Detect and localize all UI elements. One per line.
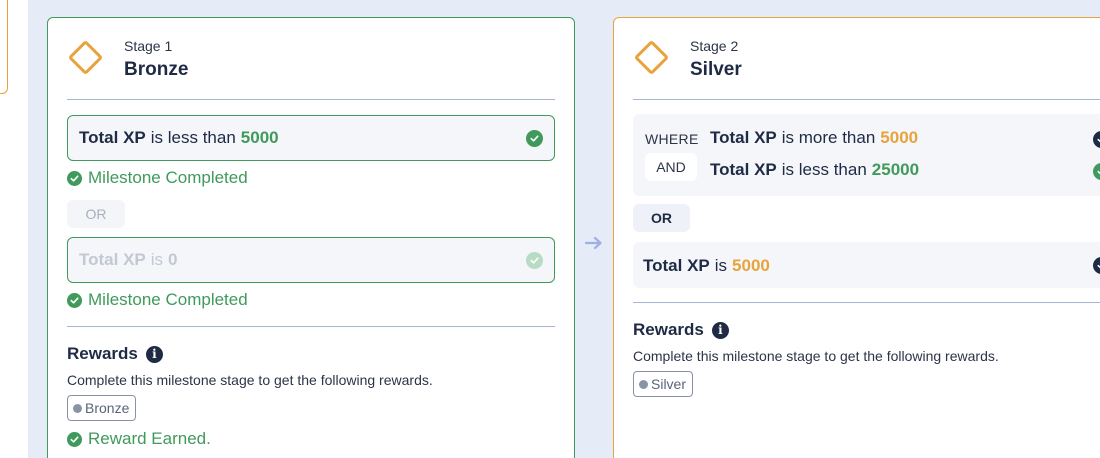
- condition-value: 25000: [871, 160, 920, 179]
- milestone-status-label: Milestone Completed: [88, 290, 248, 309]
- stage-number: Stage 2: [690, 38, 739, 54]
- check-circle-icon: [526, 130, 543, 147]
- condition-row: Total XP is more than 5000: [710, 128, 918, 148]
- divider: [67, 99, 555, 100]
- condition-operator: is: [150, 250, 164, 269]
- rewards-title: Rewards i: [67, 344, 163, 364]
- rewards-description: Complete this milestone stage to get the…: [67, 372, 433, 388]
- condition-field: Total XP: [79, 128, 146, 147]
- stage-number: Stage 1: [124, 38, 173, 54]
- condition-field: Total XP: [79, 250, 146, 269]
- milestone-status-label: Milestone Completed: [88, 168, 248, 187]
- condition-row: Total XP is 5000: [643, 256, 770, 276]
- divider: [633, 99, 1100, 100]
- condition-operator: is less than: [781, 160, 867, 179]
- milestone-status: Milestone Completed: [67, 290, 248, 310]
- check-circle-icon: [1093, 131, 1100, 148]
- and-chip: AND: [645, 153, 697, 181]
- milestone-status: Milestone Completed: [67, 168, 248, 188]
- rewards-title-label: Rewards: [633, 320, 704, 339]
- check-circle-icon: [1093, 257, 1100, 274]
- stage-name: Silver: [690, 59, 742, 80]
- reward-dot: [639, 379, 648, 389]
- stage-name: Bronze: [124, 59, 189, 80]
- condition-group[interactable]: Total XP is 5000: [633, 242, 1100, 288]
- stage-card-silver[interactable]: Stage 2 Silver WHERE Total XP is more th…: [613, 17, 1100, 458]
- info-icon[interactable]: i: [711, 321, 729, 339]
- check-circle-icon: [67, 292, 82, 308]
- reward-tag: Silver: [633, 371, 694, 397]
- reward-status: Reward Earned.: [67, 429, 211, 449]
- divider: [633, 302, 1100, 303]
- condition-operator: is less than: [150, 128, 236, 147]
- condition-value: 0: [168, 250, 178, 269]
- left-gutter: [0, 0, 28, 458]
- check-circle-icon: [67, 431, 82, 447]
- stage-card-bronze[interactable]: Stage 1 Bronze Total XP is less than 500…: [47, 17, 575, 458]
- condition-field: Total XP: [643, 256, 710, 275]
- condition-box[interactable]: Total XP is 0: [67, 237, 555, 283]
- rewards-title-label: Rewards: [67, 344, 138, 363]
- rewards-description: Complete this milestone stage to get the…: [633, 348, 999, 364]
- reward-dot: [73, 403, 82, 413]
- rewards-title: Rewards i: [633, 320, 729, 340]
- condition-field: Total XP: [710, 128, 777, 147]
- condition-box[interactable]: Total XP is less than 5000: [67, 115, 555, 161]
- reward-status-label: Reward Earned.: [88, 429, 211, 448]
- condition-field: Total XP: [710, 160, 777, 179]
- info-icon[interactable]: i: [145, 345, 163, 363]
- condition-value: 5000: [880, 128, 919, 147]
- condition-operator: is more than: [781, 128, 876, 147]
- arrow-right-icon: [585, 236, 602, 250]
- check-circle-icon: [526, 252, 543, 269]
- check-circle-icon: [67, 170, 82, 186]
- where-label: WHERE: [645, 131, 699, 147]
- previous-stage-card-edge: [0, 0, 8, 94]
- condition-group[interactable]: WHERE Total XP is more than 5000 AND Tot…: [633, 114, 1100, 196]
- or-separator: OR: [633, 204, 690, 232]
- reward-tag-label: Bronze: [85, 400, 130, 416]
- condition-value: 5000: [732, 256, 770, 275]
- check-circle-icon: [1093, 163, 1100, 180]
- diamond-icon: [633, 39, 670, 76]
- reward-tag: Bronze: [67, 395, 137, 421]
- condition-value: 5000: [240, 128, 279, 147]
- condition-row: Total XP is less than 25000: [710, 160, 919, 180]
- or-separator: OR: [67, 200, 125, 228]
- condition-operator: is: [714, 256, 728, 275]
- divider: [67, 326, 555, 327]
- reward-tag-label: Silver: [651, 376, 687, 392]
- diamond-icon: [67, 39, 104, 76]
